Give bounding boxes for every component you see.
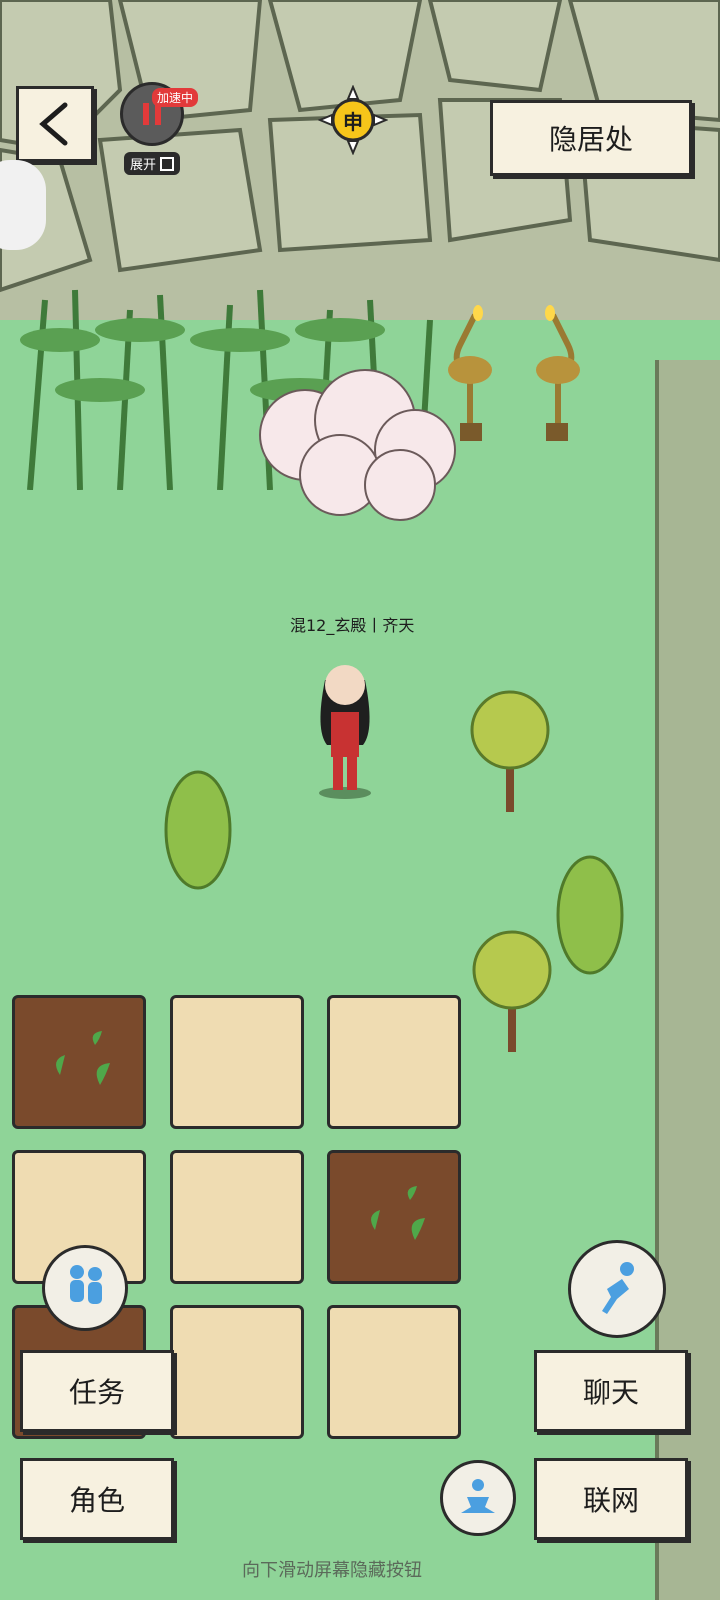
location-label[interactable]: 隐居处 xyxy=(490,100,692,176)
tasks-button[interactable]: 任务 xyxy=(20,1350,174,1432)
back-button[interactable] xyxy=(16,86,94,162)
expand-button[interactable]: 展开 xyxy=(124,152,181,175)
tree-icon xyxy=(470,680,550,815)
farm-plot[interactable] xyxy=(170,1150,304,1284)
tasks-label: 任务 xyxy=(68,1376,125,1409)
tree-icon xyxy=(163,770,233,890)
chat-label: 聊天 xyxy=(582,1376,639,1409)
sprout-icon xyxy=(40,1025,120,1095)
hide-buttons-hint: 向下滑动屏幕隐藏按钮 xyxy=(242,1560,422,1581)
side-floating-icon[interactable] xyxy=(0,160,46,250)
run-icon xyxy=(602,1262,634,1314)
character-label: 角色 xyxy=(68,1484,125,1517)
partners-icon xyxy=(70,1265,102,1304)
farm-plot[interactable] xyxy=(170,995,304,1129)
crane-lamp-icon xyxy=(528,305,588,445)
partners-button[interactable] xyxy=(42,1245,128,1331)
meditate-button[interactable] xyxy=(440,1460,516,1536)
farm-plot[interactable] xyxy=(327,995,461,1129)
farm-plot[interactable] xyxy=(327,1305,461,1439)
crane-lamp-icon xyxy=(440,305,500,445)
back-arrow-icon xyxy=(39,102,68,146)
chat-button[interactable]: 聊天 xyxy=(534,1350,688,1432)
tree-icon xyxy=(472,920,552,1055)
time-glyph: 申 xyxy=(343,110,363,134)
player-name-tag: 混12_玄殿丨齐天 xyxy=(290,616,415,635)
farm-plot[interactable] xyxy=(170,1305,304,1439)
cloud-icon xyxy=(250,365,460,525)
meditate-icon xyxy=(461,1479,495,1513)
speed-badge: 加速中 xyxy=(152,88,199,107)
tree-icon xyxy=(555,855,625,975)
run-button[interactable] xyxy=(568,1240,666,1338)
sprout-icon xyxy=(355,1180,435,1250)
network-button[interactable]: 联网 xyxy=(534,1458,688,1540)
network-label: 联网 xyxy=(582,1484,639,1517)
expand-icon xyxy=(160,156,175,171)
expand-label: 展开 xyxy=(130,158,157,173)
location-text: 隐居处 xyxy=(548,123,633,156)
character-button[interactable]: 角色 xyxy=(20,1458,174,1540)
player-character[interactable] xyxy=(305,650,385,800)
